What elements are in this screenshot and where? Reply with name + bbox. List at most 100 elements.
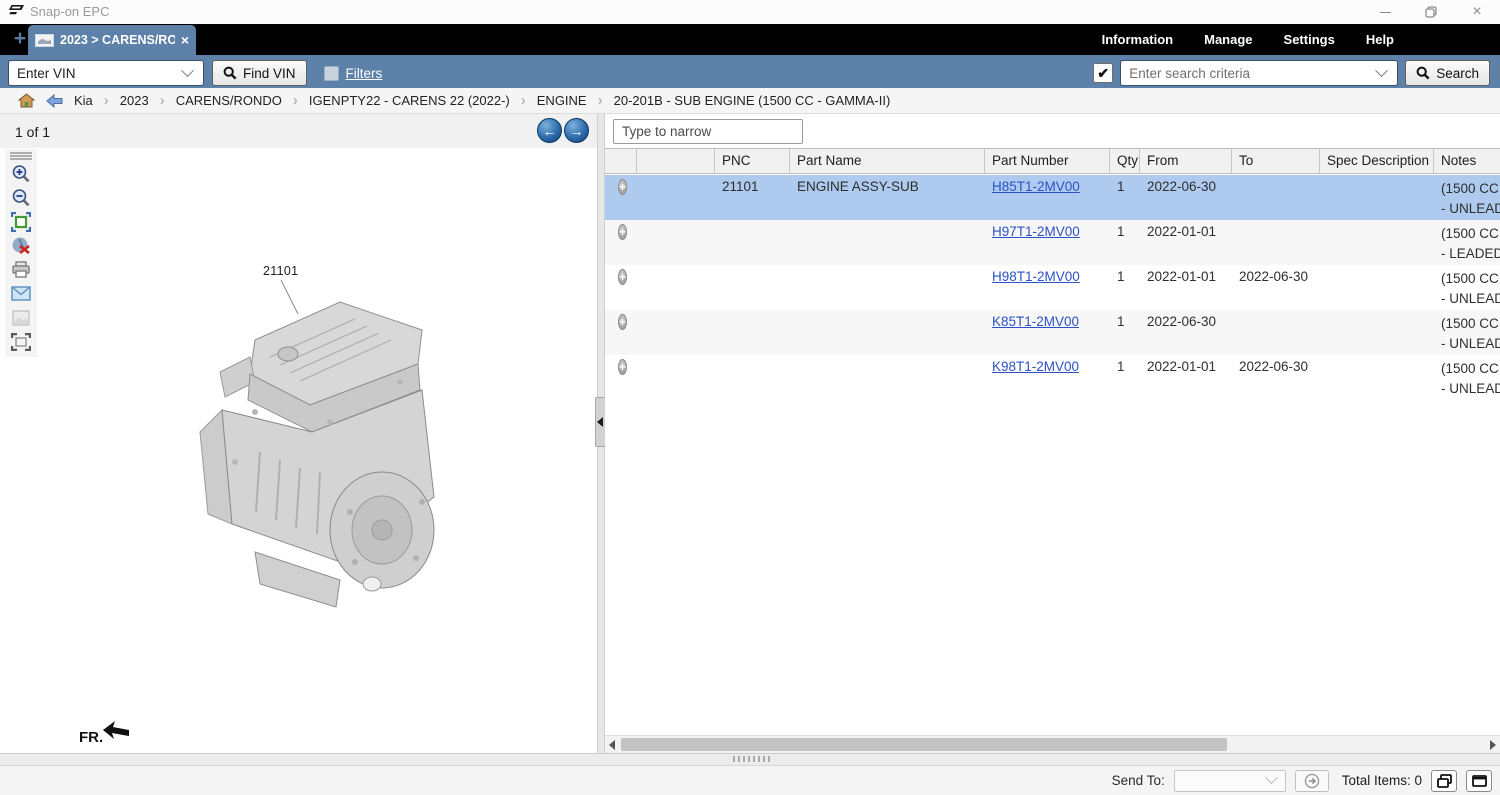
- part-number-link[interactable]: K85T1-2MV00: [992, 314, 1079, 329]
- find-vin-button[interactable]: Find VIN: [212, 60, 307, 86]
- vin-combobox[interactable]: [8, 60, 204, 86]
- breadcrumb-item-group[interactable]: ENGINE: [537, 93, 587, 108]
- fit-to-window-button[interactable]: [8, 210, 34, 233]
- total-items-label: Total Items: 0: [1342, 773, 1422, 788]
- notes-cell: (1500 CC - LEADED: [1434, 220, 1500, 265]
- expand-row-icon[interactable]: +: [618, 314, 627, 330]
- narrow-filter-input[interactable]: [614, 124, 802, 139]
- home-icon[interactable]: [18, 93, 35, 108]
- image-export-button-disabled: [8, 306, 34, 329]
- cascade-windows-button[interactable]: [1431, 770, 1457, 792]
- search-button[interactable]: Search: [1405, 60, 1490, 86]
- part-number-link[interactable]: H98T1-2MV00: [992, 269, 1080, 284]
- notes-cell: (1500 CC - UNLEAD: [1434, 310, 1500, 355]
- search-icon: [223, 66, 237, 80]
- breadcrumb-item-model[interactable]: CARENS/RONDO: [176, 93, 282, 108]
- status-bar: Send To: Total Items: 0: [0, 765, 1500, 795]
- column-header-part-number[interactable]: Part Number: [985, 149, 1110, 173]
- splitter-grip-icon[interactable]: [733, 756, 771, 762]
- expand-row-icon[interactable]: +: [618, 224, 627, 240]
- scroll-right-icon[interactable]: [1490, 740, 1496, 750]
- breadcrumb-item-catalog[interactable]: IGENPTY22 - CARENS 22 (2022-): [309, 93, 510, 108]
- restore-button[interactable]: [1408, 0, 1454, 24]
- breadcrumb-item-year[interactable]: 2023: [120, 93, 149, 108]
- part-number-link[interactable]: K98T1-2MV00: [992, 359, 1079, 374]
- page-indicator: 1 of 1: [15, 124, 50, 140]
- minimize-button[interactable]: [1362, 0, 1408, 24]
- expand-row-icon[interactable]: +: [618, 269, 627, 285]
- toolbar-grip-icon[interactable]: [10, 151, 32, 161]
- chevron-right-icon: ›: [293, 92, 298, 109]
- tab-close-icon[interactable]: ×: [181, 33, 189, 47]
- table-row[interactable]: + K85T1-2MV00 1 2022-06-30 (1500 CC - UN…: [605, 310, 1500, 355]
- expand-row-icon[interactable]: +: [618, 179, 627, 195]
- send-to-label: Send To:: [1112, 773, 1165, 788]
- chevron-down-icon[interactable]: [1375, 64, 1388, 77]
- send-to-dropdown[interactable]: [1174, 770, 1286, 792]
- breadcrumb-item-section[interactable]: 20-201B - SUB ENGINE (1500 CC - GAMMA-II…: [614, 93, 891, 108]
- notes-line-1: (1500 CC: [1441, 314, 1500, 334]
- table-row[interactable]: + K98T1-2MV00 1 2022-01-01 2022-06-30 (1…: [605, 355, 1500, 400]
- zoom-in-button[interactable]: [8, 162, 34, 185]
- zoom-in-icon: [11, 164, 31, 184]
- menu-item-help[interactable]: Help: [1366, 32, 1394, 47]
- to-cell: [1232, 175, 1320, 220]
- table-row[interactable]: + H98T1-2MV00 1 2022-01-01 2022-06-30 (1…: [605, 265, 1500, 310]
- scrollbar-thumb[interactable]: [621, 738, 1227, 751]
- table-row[interactable]: + 21101 ENGINE ASSY-SUB H85T1-2MV00 1 20…: [605, 175, 1500, 220]
- to-cell: 2022-06-30: [1232, 265, 1320, 310]
- menu-item-manage[interactable]: Manage: [1204, 32, 1252, 47]
- search-scope-checkbox[interactable]: ✔: [1093, 63, 1113, 83]
- print-button[interactable]: [8, 258, 34, 281]
- zoom-out-icon: [11, 188, 31, 208]
- expand-row-icon[interactable]: +: [618, 359, 627, 375]
- column-header-to[interactable]: To: [1232, 149, 1320, 173]
- previous-page-button[interactable]: ←: [537, 118, 562, 143]
- chevron-down-icon[interactable]: [181, 64, 194, 77]
- column-header-pnc[interactable]: PNC: [715, 149, 790, 173]
- scroll-left-icon[interactable]: [609, 740, 615, 750]
- column-header-blank[interactable]: [637, 149, 715, 173]
- pnc-cell: [715, 265, 790, 310]
- breadcrumb: Kia › 2023 › CARENS/RONDO › IGENPTY22 - …: [0, 88, 1500, 114]
- vin-input[interactable]: [9, 61, 183, 85]
- breadcrumb-item-make[interactable]: Kia: [74, 93, 93, 108]
- spec-cell: [1320, 220, 1434, 265]
- part-callout[interactable]: 21101: [263, 264, 298, 278]
- filters-checkbox[interactable]: [324, 66, 339, 81]
- next-page-button[interactable]: →: [564, 118, 589, 143]
- horizontal-scrollbar[interactable]: [605, 735, 1500, 753]
- column-header-expander[interactable]: [605, 149, 637, 173]
- part-number-link[interactable]: H97T1-2MV00: [992, 224, 1080, 239]
- title-bar: Snap-on EPC ×: [0, 0, 1500, 24]
- column-header-from[interactable]: From: [1140, 149, 1232, 173]
- filters-label[interactable]: Filters: [346, 66, 383, 81]
- close-button[interactable]: ×: [1454, 0, 1500, 24]
- clear-selection-button[interactable]: [8, 234, 34, 257]
- column-header-part-name[interactable]: Part Name: [790, 149, 985, 173]
- search-criteria-combobox[interactable]: [1120, 60, 1398, 86]
- zoom-out-button[interactable]: [8, 186, 34, 209]
- maximize-pane-button[interactable]: [1466, 770, 1492, 792]
- back-arrow-icon[interactable]: [46, 94, 63, 108]
- column-header-notes[interactable]: Notes: [1434, 149, 1500, 173]
- tab-active[interactable]: 2023 > CARENS/ROND... ×: [28, 25, 196, 55]
- chevron-right-icon: ›: [521, 92, 526, 109]
- notes-line-2: - UNLEAD: [1441, 199, 1500, 219]
- find-vin-label: Find VIN: [243, 66, 296, 81]
- qty-cell: 1: [1110, 220, 1140, 265]
- column-header-spec-description[interactable]: Spec Description: [1320, 149, 1434, 173]
- splitter-collapse-handle[interactable]: [595, 397, 606, 447]
- column-header-qty[interactable]: Qty: [1110, 149, 1140, 173]
- orientation-label: FR.: [79, 729, 103, 746]
- search-criteria-input[interactable]: [1121, 61, 1377, 85]
- table-row[interactable]: + H97T1-2MV00 1 2022-01-01 (1500 CC - LE…: [605, 220, 1500, 265]
- spec-cell: [1320, 355, 1434, 400]
- menu-item-information[interactable]: Information: [1102, 32, 1174, 47]
- part-number-link[interactable]: H85T1-2MV00: [992, 179, 1080, 194]
- send-button[interactable]: [1295, 770, 1329, 792]
- email-button[interactable]: [8, 282, 34, 305]
- narrow-filter-box[interactable]: [613, 119, 803, 144]
- frame-select-button[interactable]: [8, 330, 34, 353]
- menu-item-settings[interactable]: Settings: [1284, 32, 1335, 47]
